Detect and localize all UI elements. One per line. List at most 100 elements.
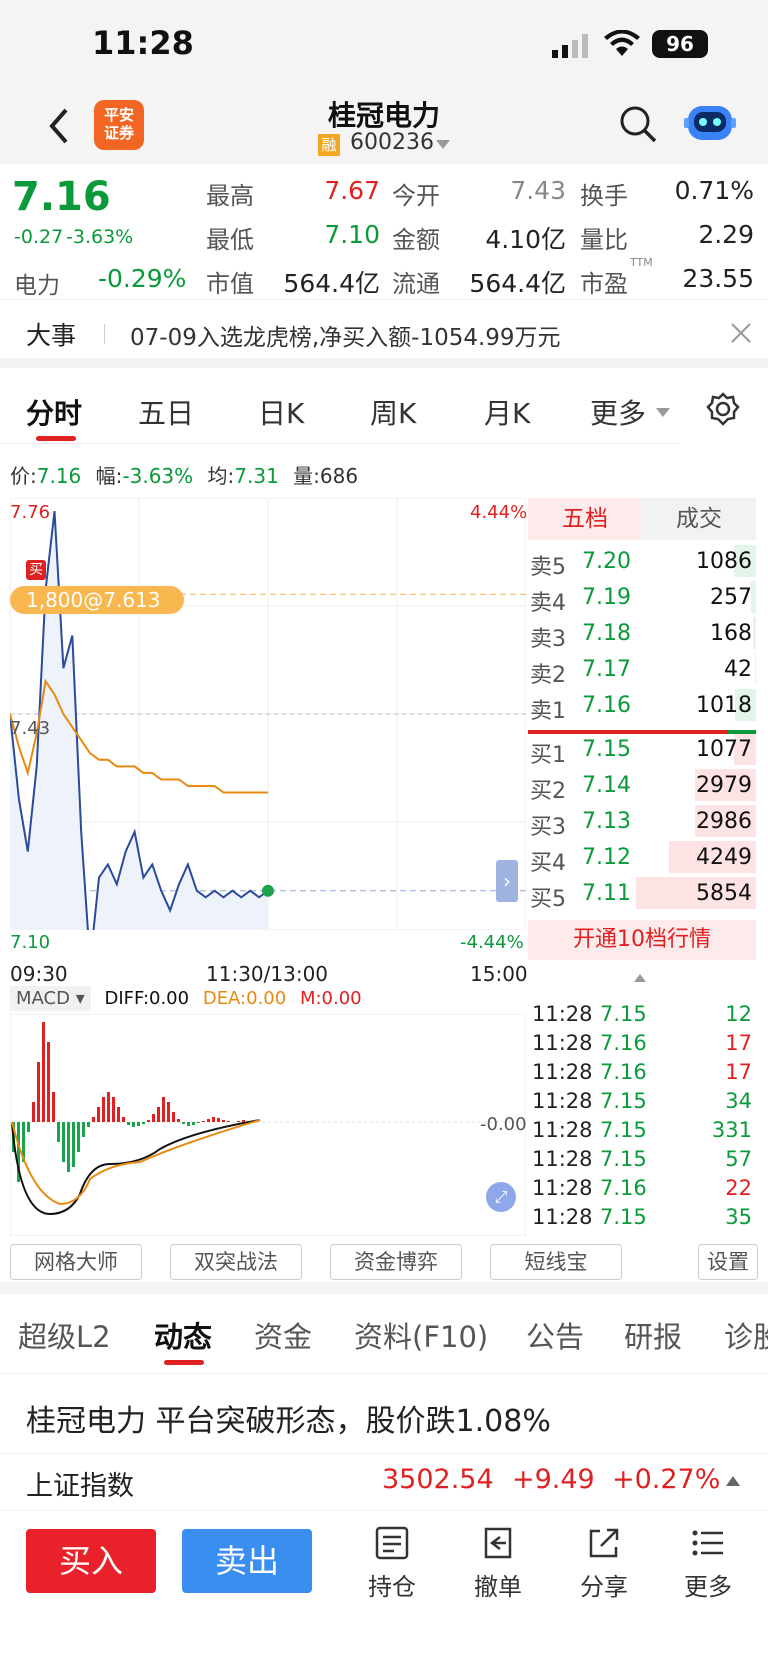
ref-price-label: 7.43 [10, 718, 51, 739]
short-line-button[interactable]: 短线宝 [490, 1244, 622, 1280]
bid-row[interactable]: 买3 7.13 2986 [528, 802, 756, 840]
trade-volume: 12 [725, 1002, 752, 1026]
ai-assistant-icon[interactable] [684, 100, 736, 148]
bid-row[interactable]: 买1 7.15 1077 [528, 730, 756, 768]
trade-price: 7.15 [600, 1118, 647, 1142]
index-change: +9.49 [512, 1464, 595, 1495]
ob-price: 7.12 [582, 845, 631, 870]
sector-pct[interactable]: -0.29% [98, 264, 186, 293]
tab-daily-k[interactable]: 日K [258, 392, 304, 432]
close-icon[interactable] [730, 322, 752, 348]
buy-trade-tag[interactable]: 1,800@7.613 [10, 586, 184, 614]
cancel-order-button[interactable]: 撤单 [458, 1525, 538, 1602]
tab-f10[interactable]: 资料(F10) [354, 1314, 488, 1356]
info-price-label: 价: [10, 464, 37, 488]
tab-intraday[interactable]: 分时 [26, 392, 82, 432]
positions-button[interactable]: 持仓 [352, 1525, 432, 1602]
search-icon[interactable] [618, 104, 658, 148]
high-value: 7.67 [324, 176, 380, 205]
trade-time: 11:28 [532, 1147, 593, 1171]
macd-chart[interactable] [10, 1014, 526, 1236]
ask-row[interactable]: 卖5 7.20 1086 [528, 542, 756, 580]
tab-monthly-k[interactable]: 月K [484, 392, 530, 432]
event-divider [104, 324, 105, 344]
trade-price: 7.15 [600, 1205, 647, 1229]
tab-research[interactable]: 研报 [624, 1314, 682, 1356]
tab-5day[interactable]: 五日 [138, 392, 194, 432]
tab-capital[interactable]: 资金 [254, 1314, 312, 1356]
ask-row[interactable]: 卖1 7.16 1018 [528, 686, 756, 724]
ob-volume: 2986 [696, 809, 752, 834]
index-ticker[interactable]: 上证指数 3502.54 +9.49 +0.27% [0, 1454, 768, 1510]
tab-more[interactable]: 更多 [590, 392, 646, 432]
ob-level-label: 买3 [530, 815, 566, 840]
macd-selector[interactable]: MACD ▾ [10, 986, 91, 1011]
stock-code[interactable]: 600236 [350, 130, 434, 155]
macd-diff: DIFF:0.00 [104, 988, 190, 1009]
ob-volume: 2979 [696, 773, 752, 798]
tab-super-l2[interactable]: 超级L2 [18, 1314, 111, 1356]
intraday-price-chart[interactable] [10, 498, 526, 930]
pct-min-label: -4.44% [460, 932, 524, 953]
trade-volume: 57 [725, 1147, 752, 1171]
bid-row[interactable]: 买5 7.11 5854 [528, 874, 756, 912]
expand-arrow-button[interactable]: › [496, 860, 518, 902]
collapse-up-icon[interactable] [634, 974, 646, 982]
tab-announcements[interactable]: 公告 [526, 1314, 584, 1356]
trade-volume: 331 [711, 1118, 752, 1142]
upgrade-level10-button[interactable]: 开通10档行情 [528, 920, 756, 960]
tab-weekly-k[interactable]: 周K [370, 392, 416, 432]
tab-diagnosis[interactable]: 诊股 [724, 1314, 768, 1356]
info-vol-label: 量: [293, 464, 320, 488]
more-dropdown-icon[interactable] [656, 408, 670, 417]
time-mid: 11:30/13:00 [206, 962, 329, 986]
open-label: 今开 [392, 182, 440, 210]
ob-volume: 168 [710, 621, 752, 646]
trade-volume: 17 [725, 1060, 752, 1084]
orderbook-tab-trades[interactable]: 成交 [642, 498, 756, 540]
trade-row: 11:28 7.15 34 [528, 1087, 756, 1116]
index-expand-icon[interactable] [726, 1476, 740, 1486]
event-strip[interactable]: 大事 07-09入选龙虎榜,净买入额-1054.99万元 [0, 300, 768, 368]
share-button[interactable]: 分享 [564, 1525, 644, 1602]
info-range: -3.63% [122, 464, 194, 488]
sell-button[interactable]: 卖出 [182, 1529, 312, 1593]
ob-level-label: 买4 [530, 851, 566, 876]
orderbook-tab-active[interactable]: 五档 [528, 498, 642, 540]
share-icon [589, 1528, 619, 1558]
more-button[interactable]: 更多 [668, 1525, 748, 1602]
pe-label: 市盈 [580, 270, 628, 298]
grid-master-button[interactable]: 网格大师 [10, 1244, 142, 1280]
macd-bar [227, 1121, 230, 1122]
ask-row[interactable]: 卖2 7.17 42 [528, 650, 756, 688]
macd-zero-label: -0.00 [480, 1114, 527, 1135]
ob-level-label: 卖2 [530, 663, 566, 688]
trade-price: 7.15 [600, 1089, 647, 1113]
low-label: 最低 [206, 226, 254, 254]
double-breakout-button[interactable]: 双突战法 [170, 1244, 302, 1280]
volume-bar [755, 653, 756, 685]
ob-level-label: 买1 [530, 743, 566, 768]
buy-marker: 买 [26, 560, 46, 580]
y-min-label: 7.10 [10, 932, 51, 953]
bid-row[interactable]: 买2 7.14 2979 [528, 766, 756, 804]
bid-row[interactable]: 买4 7.12 4249 [528, 838, 756, 876]
fullscreen-icon[interactable]: ⤢ [486, 1182, 516, 1212]
ob-level-label: 卖3 [530, 627, 566, 652]
buy-button[interactable]: 买入 [26, 1529, 156, 1593]
code-dropdown-icon[interactable] [436, 140, 450, 149]
more-label: 更多 [684, 1573, 732, 1601]
tools-settings-button[interactable]: 设置 [698, 1244, 758, 1280]
bottom-action-bar: 买入 卖出 持仓 撤单 分享 更多 [0, 1510, 768, 1662]
news-item[interactable]: 桂冠电力 平台突破形态，股价跌1.08% [0, 1374, 768, 1454]
sector-name[interactable]: 电力 [14, 266, 60, 300]
macd-bar [102, 1097, 105, 1122]
capital-game-button[interactable]: 资金博弈 [330, 1244, 462, 1280]
ob-volume: 1086 [696, 549, 752, 574]
info-avg-label: 均: [207, 464, 235, 488]
settings-icon[interactable] [706, 392, 740, 430]
tab-dynamics[interactable]: 动态 [154, 1314, 212, 1356]
ask-row[interactable]: 卖4 7.19 257 [528, 578, 756, 616]
ask-row[interactable]: 卖3 7.18 168 [528, 614, 756, 652]
macd-bar [112, 1097, 115, 1122]
